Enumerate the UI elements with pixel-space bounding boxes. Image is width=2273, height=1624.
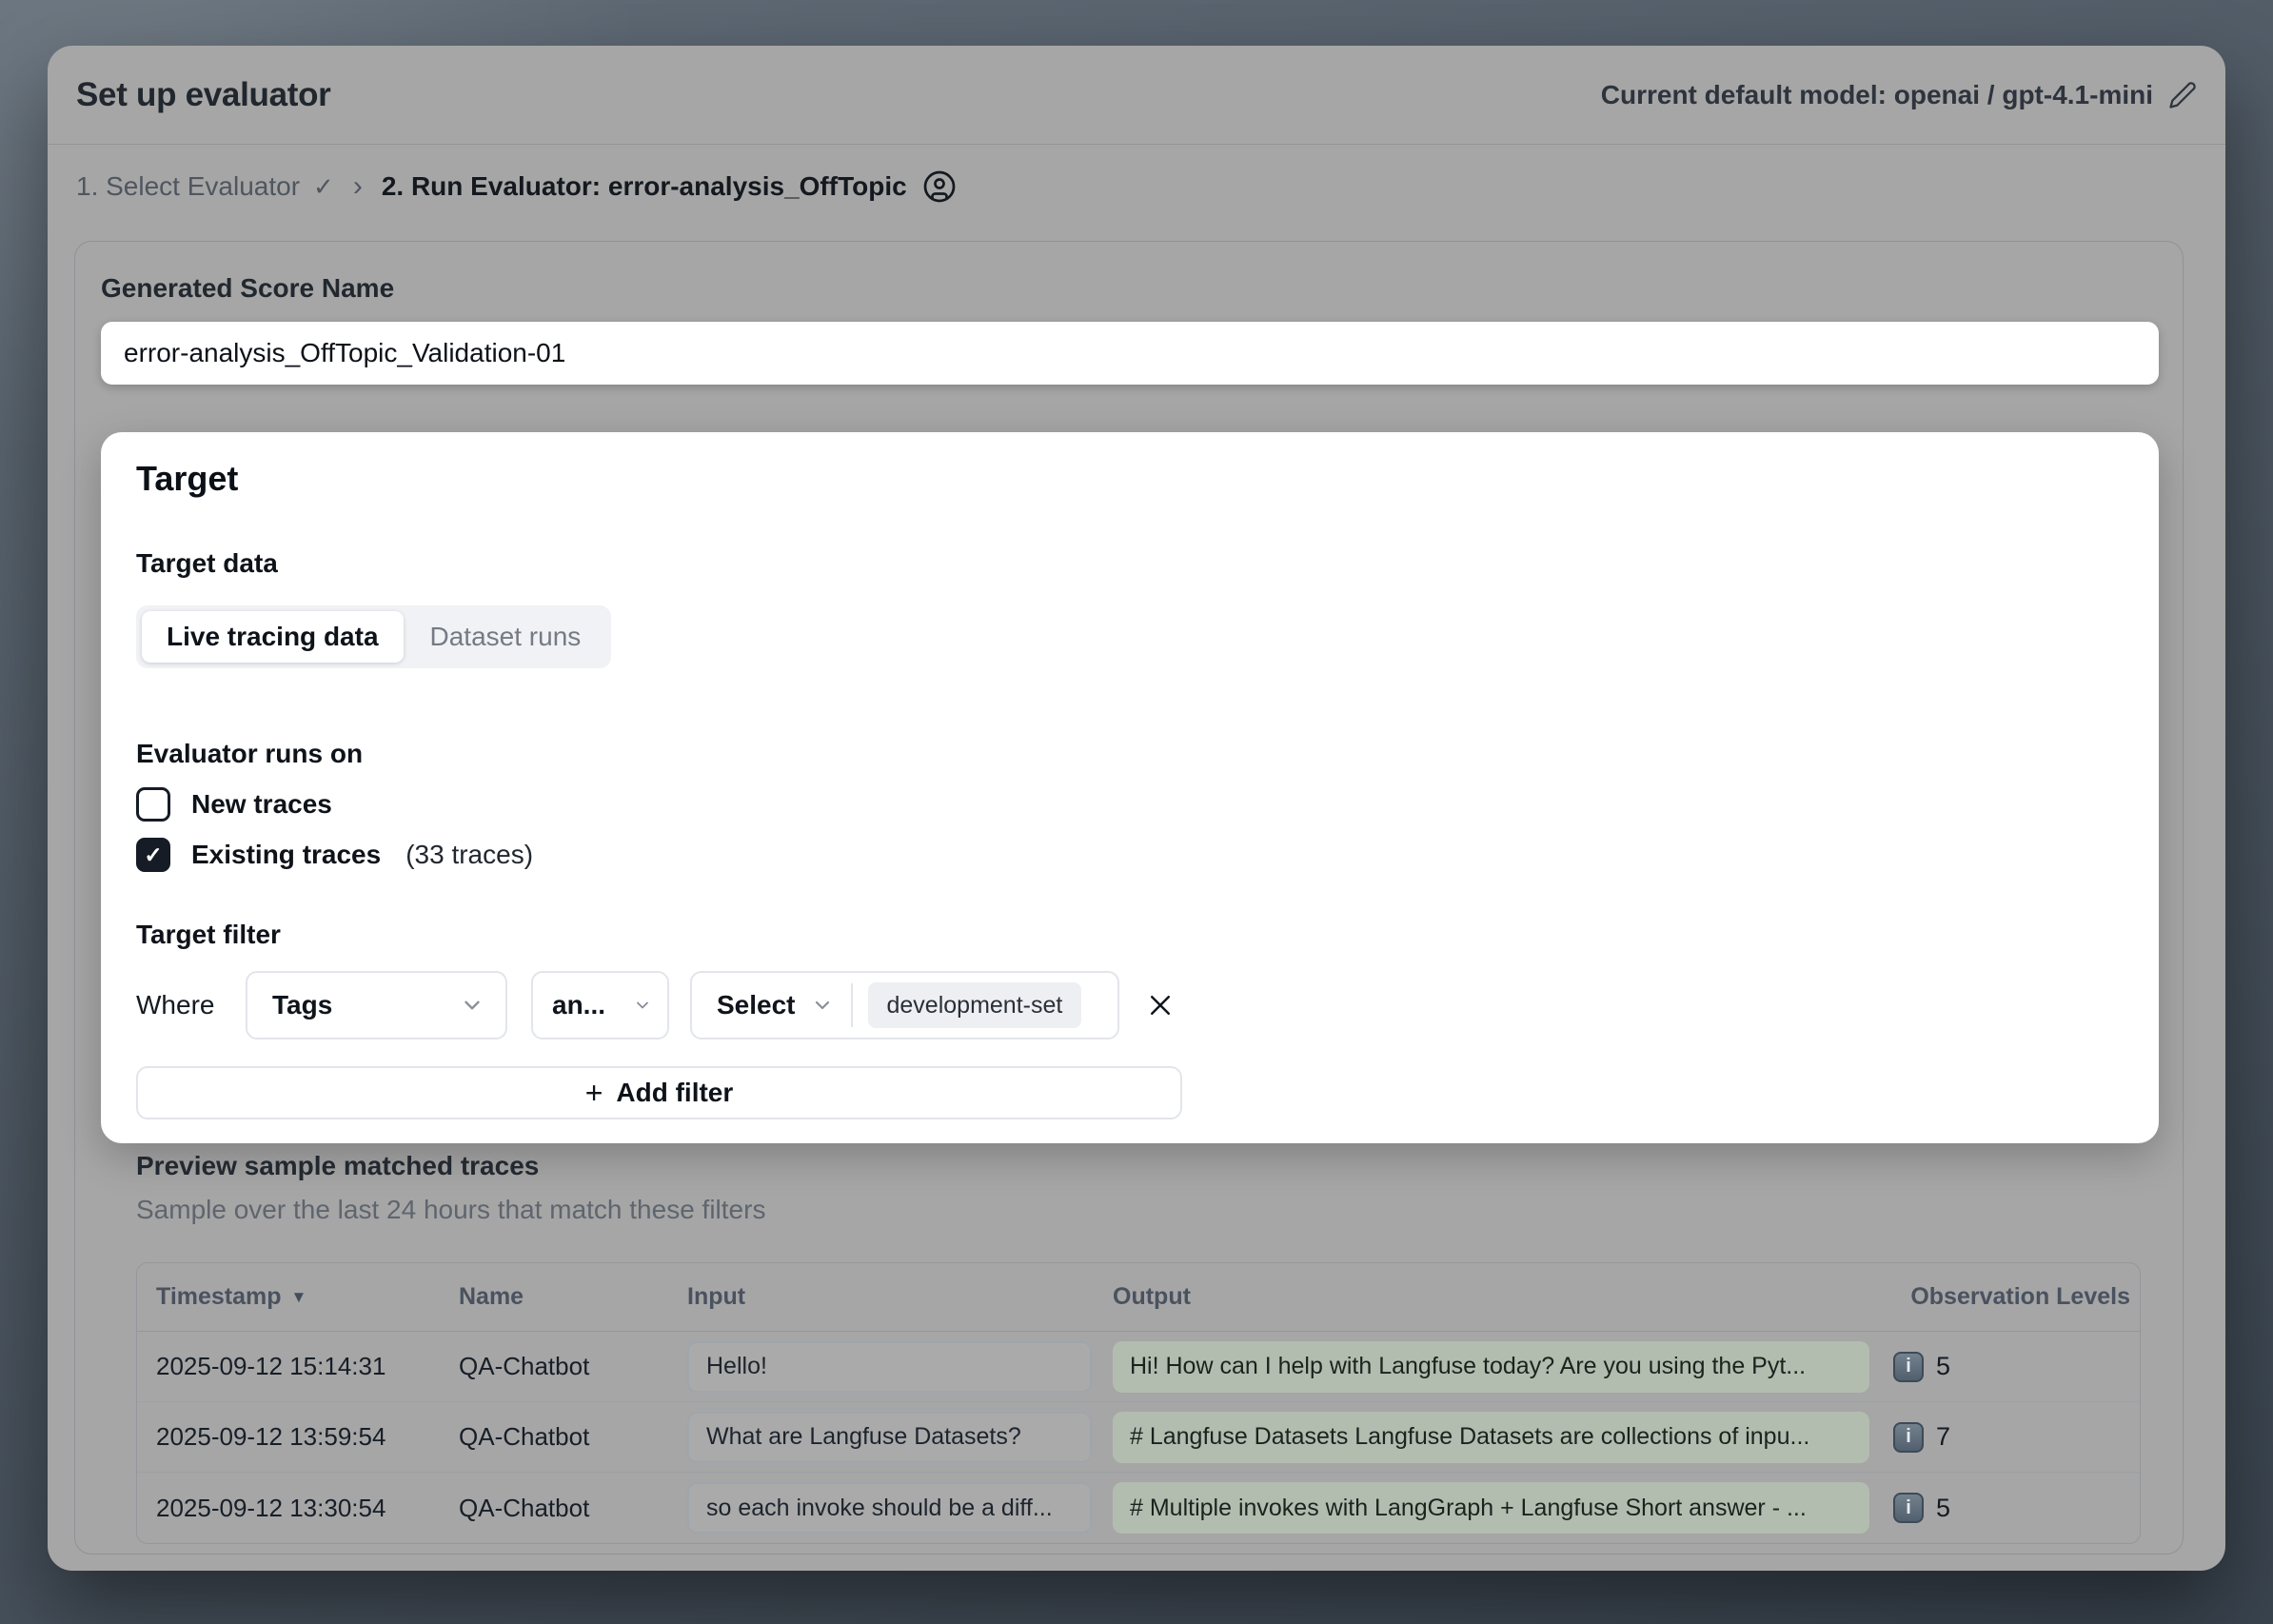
filter-row: Where Tags an... Select (136, 971, 1175, 1040)
breadcrumb-step-select-evaluator[interactable]: 1. Select Evaluator ✓ (76, 171, 334, 202)
preview-subtitle: Sample over the last 24 hours that match… (136, 1195, 765, 1225)
checkbox-check-icon: ✓ (144, 842, 162, 868)
new-traces-option[interactable]: New traces (136, 784, 332, 824)
existing-traces-option[interactable]: ✓ Existing traces (33 traces) (136, 835, 533, 875)
existing-traces-label: Existing traces (191, 840, 381, 870)
filter-value-select[interactable]: Select (692, 990, 851, 1020)
user-circle-icon (922, 169, 957, 204)
target-section-title: Target (136, 459, 238, 499)
step-complete-check-icon: ✓ (313, 172, 334, 202)
filter-column-value: Tags (272, 990, 332, 1020)
selected-tag-chip[interactable]: development-set (868, 982, 1082, 1028)
chevron-down-icon (460, 993, 484, 1018)
chevron-right-icon: › (353, 170, 363, 203)
where-label: Where (136, 990, 246, 1020)
preview-title: Preview sample matched traces (136, 1151, 539, 1181)
table-row[interactable]: 2025-09-12 13:30:54 QA-Chatbot so each i… (137, 1473, 2140, 1543)
table-row[interactable]: 2025-09-12 15:14:31 QA-Chatbot Hello! Hi… (137, 1332, 2140, 1402)
new-traces-label: New traces (191, 789, 332, 820)
plus-icon: + (585, 1078, 603, 1108)
cell-timestamp: 2025-09-12 15:14:31 (137, 1352, 459, 1381)
cell-output-pill: # Multiple invokes with LangGraph + Lang… (1113, 1482, 1869, 1534)
cell-timestamp: 2025-09-12 13:30:54 (137, 1494, 459, 1523)
breadcrumb-step1-label: 1. Select Evaluator (76, 171, 300, 202)
default-model-info: Current default model: openai / gpt-4.1-… (1601, 80, 2197, 110)
target-data-label: Target data (136, 548, 278, 579)
timestamp-header-label: Timestamp (156, 1283, 282, 1311)
info-level-badge-icon: i (1893, 1352, 1924, 1382)
add-filter-label: Add filter (616, 1078, 733, 1108)
target-filter-label: Target filter (136, 920, 281, 950)
target-data-tabs: Live tracing data Dataset runs (136, 605, 611, 668)
page-title: Set up evaluator (76, 76, 331, 114)
cell-name: QA-Chatbot (459, 1494, 687, 1523)
cell-name: QA-Chatbot (459, 1352, 687, 1381)
evaluator-runs-on-label: Evaluator runs on (136, 739, 363, 769)
add-filter-button[interactable]: + Add filter (136, 1066, 1182, 1119)
setup-evaluator-modal: Set up evaluator Current default model: … (48, 46, 2225, 1571)
target-card: Target Target data Live tracing data Dat… (101, 432, 2159, 1143)
column-header-timestamp[interactable]: Timestamp ▼ (137, 1283, 459, 1311)
cell-observation-levels: i 7 (1893, 1422, 2140, 1453)
filter-column-select[interactable]: Tags (246, 971, 507, 1040)
cell-name: QA-Chatbot (459, 1422, 687, 1452)
evaluator-form-container: Generated Score Name Target Target data … (74, 241, 2184, 1555)
cell-observation-levels: i 5 (1893, 1352, 2140, 1382)
existing-traces-count: (33 traces) (405, 840, 533, 870)
column-header-observation-levels: Observation Levels (1893, 1283, 2140, 1311)
default-model-label: Current default model: openai / gpt-4.1-… (1601, 80, 2153, 110)
close-icon (1146, 991, 1175, 1020)
existing-traces-checkbox[interactable]: ✓ (136, 838, 170, 872)
cell-timestamp: 2025-09-12 13:59:54 (137, 1422, 459, 1452)
chevron-down-icon (811, 994, 834, 1017)
cell-input-pill: Hello! (687, 1341, 1092, 1393)
breadcrumb-step2-label: 2. Run Evaluator: error-analysis_OffTopi… (382, 171, 907, 202)
matched-traces-table: Timestamp ▼ Name Input Output Observatio… (136, 1262, 2141, 1544)
modal-header: Set up evaluator Current default model: … (48, 46, 2225, 145)
tab-live-tracing-data[interactable]: Live tracing data (142, 611, 404, 663)
cell-output-pill: # Langfuse Datasets Langfuse Datasets ar… (1113, 1412, 1869, 1463)
chevron-down-icon (633, 996, 652, 1015)
cell-input-pill: What are Langfuse Datasets? (687, 1412, 1092, 1463)
info-level-badge-icon: i (1893, 1422, 1924, 1453)
column-header-input: Input (687, 1283, 1113, 1311)
combo-divider (851, 983, 853, 1027)
filter-operator-select[interactable]: an... (531, 971, 669, 1040)
new-traces-checkbox[interactable] (136, 787, 170, 822)
filter-value-placeholder: Select (717, 990, 796, 1020)
cell-output-pill: Hi! How can I help with Langfuse today? … (1113, 1341, 1869, 1393)
observation-count: 5 (1936, 1352, 1950, 1381)
remove-filter-button[interactable] (1146, 991, 1175, 1020)
table-row[interactable]: 2025-09-12 13:59:54 QA-Chatbot What are … (137, 1402, 2140, 1473)
table-header-row: Timestamp ▼ Name Input Output Observatio… (137, 1263, 2140, 1332)
generated-score-name-input[interactable] (101, 322, 2159, 385)
filter-operator-value: an... (552, 990, 605, 1020)
breadcrumb: 1. Select Evaluator ✓ › 2. Run Evaluator… (48, 146, 2225, 228)
edit-pencil-icon[interactable] (2168, 81, 2197, 109)
column-header-name: Name (459, 1283, 687, 1311)
sort-desc-icon: ▼ (291, 1288, 307, 1307)
observation-count: 5 (1936, 1494, 1950, 1523)
page-background: { "icons": { "check": "✓", "breadcrumb_s… (0, 0, 2273, 1624)
info-level-badge-icon: i (1893, 1493, 1924, 1523)
filter-value-combobox[interactable]: Select development-set (690, 971, 1119, 1040)
cell-observation-levels: i 5 (1893, 1493, 2140, 1523)
generated-score-name-label: Generated Score Name (101, 273, 394, 304)
cell-input-pill: so each invoke should be a diff... (687, 1482, 1092, 1534)
tab-dataset-runs[interactable]: Dataset runs (405, 611, 606, 663)
breadcrumb-step-run-evaluator: 2. Run Evaluator: error-analysis_OffTopi… (382, 169, 957, 204)
observation-count: 7 (1936, 1422, 1950, 1452)
column-header-output: Output (1113, 1283, 1893, 1311)
